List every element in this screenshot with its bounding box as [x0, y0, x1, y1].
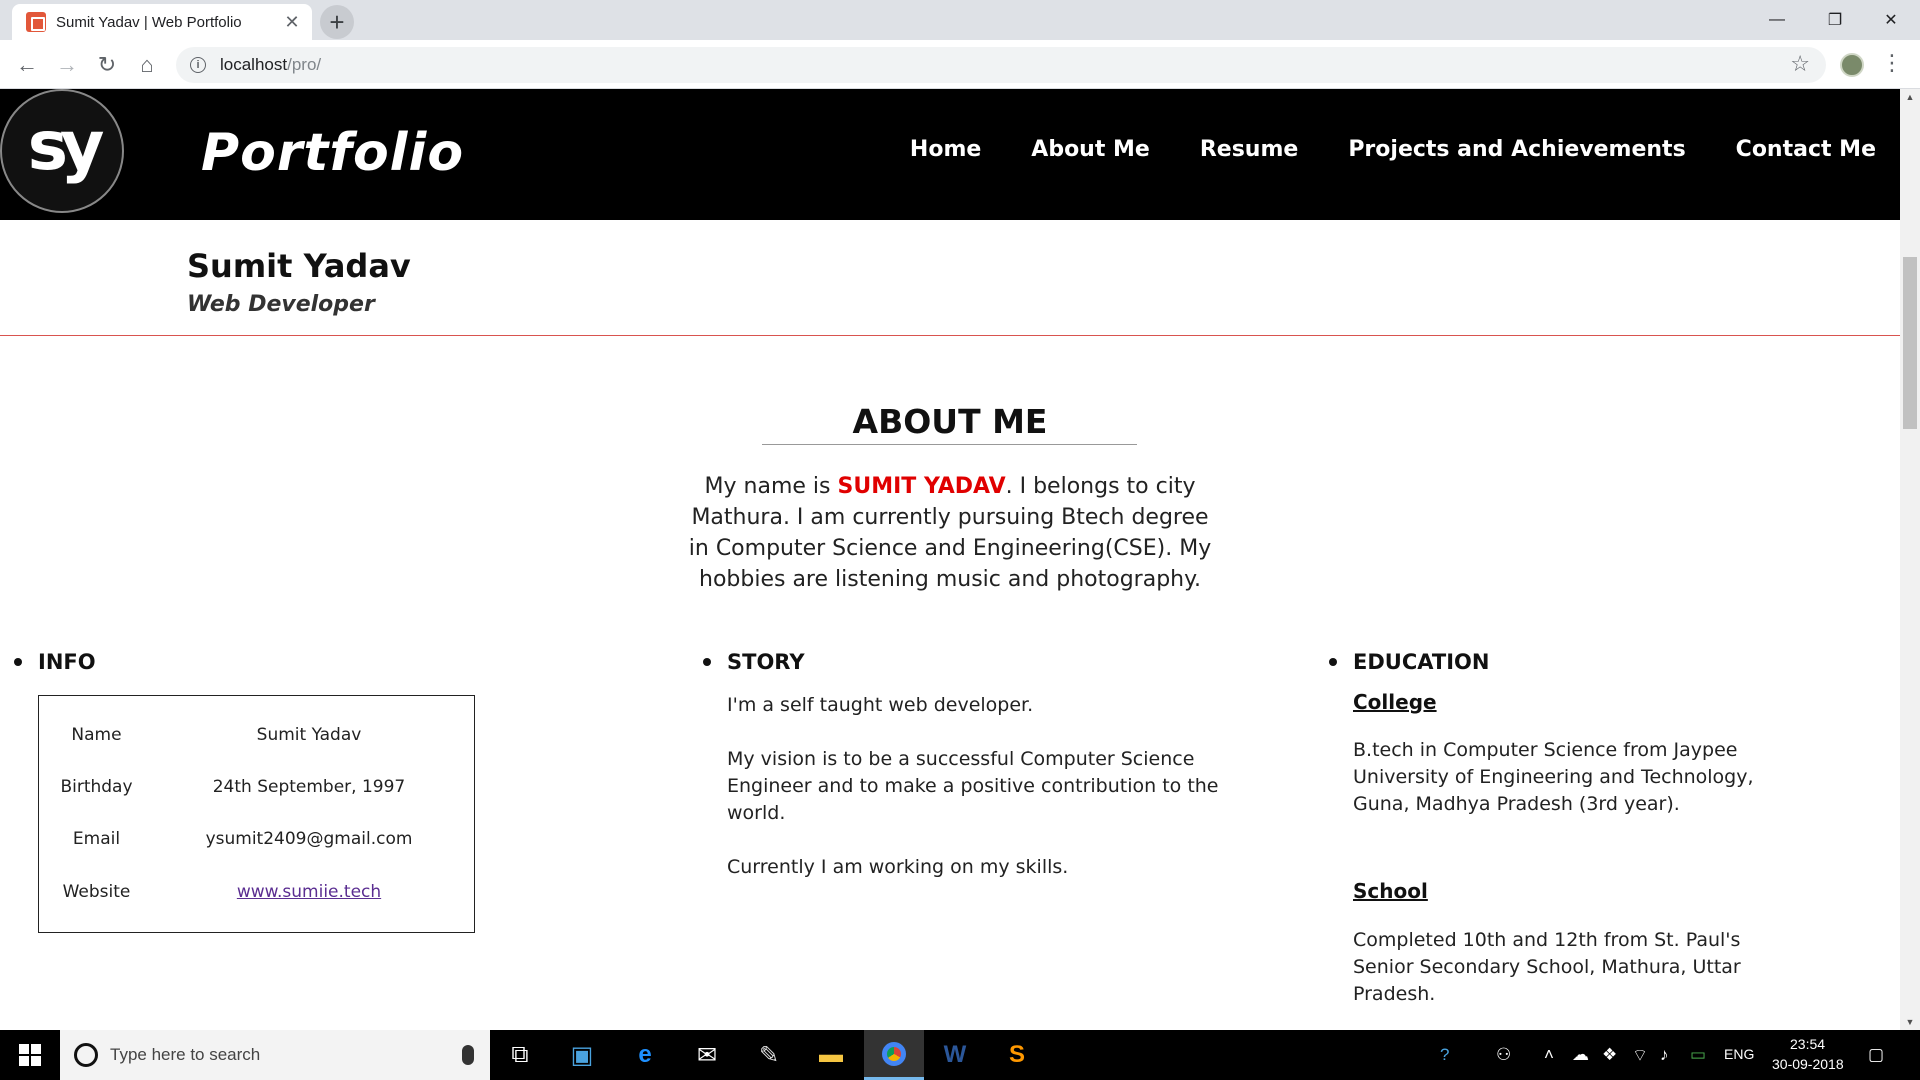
start-button[interactable] [0, 1030, 60, 1080]
windows-logo-icon [19, 1044, 41, 1066]
clock-time[interactable]: 23:54 [1790, 1036, 1825, 1052]
person-role: Web Developer [187, 292, 375, 317]
info-label: Birthday [60, 777, 133, 797]
info-heading: INFO [14, 650, 96, 674]
close-window-button[interactable]: ✕ [1862, 0, 1920, 40]
windows-taskbar: Type here to search ⧉ ▣ e ✉ ✎ ▬ W S ? ⚇ … [0, 1030, 1920, 1080]
url-host: localhost [220, 55, 288, 74]
volume-icon[interactable]: ♪ [1660, 1045, 1669, 1065]
task-view-icon[interactable]: ⧉ [495, 1030, 545, 1080]
school-text: Completed 10th and 12th from St. Paul's … [1353, 929, 1741, 1005]
sublime-text-icon[interactable]: S [992, 1030, 1042, 1080]
info-heading-label: INFO [38, 650, 96, 674]
back-icon[interactable]: ← [12, 50, 42, 80]
browser-tab[interactable]: Sumit Yadav | Web Portfolio ✕ [12, 4, 312, 40]
site-info-icon[interactable]: i [190, 57, 206, 73]
scroll-thumb[interactable] [1903, 257, 1917, 429]
bookmark-star-icon[interactable]: ☆ [1790, 51, 1810, 77]
new-tab-button[interactable]: + [320, 5, 354, 39]
help-icon[interactable]: ? [1440, 1045, 1449, 1065]
chrome-icon[interactable] [864, 1030, 924, 1080]
site-brand: Portfolio [201, 123, 465, 183]
scroll-up-icon[interactable]: ▲ [1900, 89, 1920, 105]
taskbar-search[interactable]: Type here to search [60, 1030, 490, 1080]
wifi-icon[interactable]: ⌔ [1632, 1045, 1648, 1066]
address-bar[interactable]: i localhost/pro/ ☆ [176, 47, 1826, 83]
info-value: 24th September, 1997 [212, 777, 406, 797]
reload-icon[interactable]: ↻ [92, 50, 122, 80]
story-text: I'm a self taught web developer. My visi… [727, 692, 1247, 908]
scroll-down-icon[interactable]: ▼ [1900, 1014, 1920, 1030]
logo-text: sy [27, 106, 105, 186]
nav-home[interactable]: Home [910, 137, 981, 162]
notifications-icon[interactable]: ▢ [1868, 1045, 1884, 1065]
info-table: Name Sumit Yadav Birthday 24th September… [38, 695, 475, 933]
section-divider [0, 335, 1900, 336]
about-text-before: My name is [704, 474, 838, 499]
people-icon[interactable]: ⚇ [1496, 1045, 1511, 1065]
about-title: ABOUT ME [852, 402, 1048, 441]
file-explorer-icon[interactable]: ▬ [806, 1030, 856, 1080]
browser-tab-strip: Sumit Yadav | Web Portfolio ✕ + — ❐ ✕ [0, 0, 1920, 40]
story-paragraph: I'm a self taught web developer. [727, 694, 1034, 716]
show-hidden-icons[interactable]: ˄ [1544, 1045, 1554, 1065]
info-value: Sumit Yadav [256, 725, 362, 745]
info-label: Email [72, 829, 121, 849]
mail-icon[interactable]: ✉ [682, 1030, 732, 1080]
college-text: B.tech in Computer Science from Jaypee U… [1353, 739, 1754, 815]
search-placeholder: Type here to search [110, 1045, 261, 1064]
bullet-icon [1329, 658, 1337, 666]
microphone-icon[interactable] [462, 1045, 474, 1065]
dropbox-icon[interactable]: ❖ [1602, 1045, 1617, 1065]
home-icon[interactable]: ⌂ [132, 50, 162, 80]
page-viewport: sy Portfolio Home About Me Resume Projec… [0, 89, 1900, 1030]
paint-icon[interactable]: ✎ [744, 1030, 794, 1080]
site-logo[interactable]: sy [0, 89, 124, 213]
education-heading: EDUCATION [1329, 650, 1489, 674]
story-paragraph: My vision is to be a successful Computer… [727, 748, 1219, 824]
minimize-button[interactable]: — [1748, 0, 1806, 40]
tab-title: Sumit Yadav | Web Portfolio [56, 13, 242, 31]
school-label: School [1353, 879, 1428, 903]
forward-icon[interactable]: → [52, 50, 82, 80]
clock-date[interactable]: 30-09-2018 [1772, 1056, 1844, 1072]
browser-menu-icon[interactable]: ⋮ [1880, 50, 1904, 80]
nav-resume[interactable]: Resume [1200, 137, 1298, 162]
restore-button[interactable]: ❐ [1806, 0, 1864, 40]
site-favicon-icon [26, 12, 46, 32]
story-paragraph: Currently I am working on my skills. [727, 856, 1069, 878]
info-value: ysumit2409@gmail.com [205, 829, 413, 849]
nav-contact-me[interactable]: Contact Me [1736, 137, 1876, 162]
profile-avatar[interactable] [1840, 53, 1864, 77]
word-icon[interactable]: W [930, 1030, 980, 1080]
story-heading-label: STORY [727, 650, 805, 674]
store-icon[interactable]: ▣ [557, 1030, 607, 1080]
college-label: College [1353, 690, 1437, 714]
edge-icon[interactable]: e [620, 1030, 670, 1080]
battery-icon[interactable]: ▭ [1690, 1045, 1706, 1065]
tab-close-icon[interactable]: ✕ [282, 12, 302, 32]
about-title-underline [762, 444, 1137, 445]
browser-toolbar: ← → ↻ ⌂ i localhost/pro/ ☆ ⋮ [0, 40, 1920, 89]
website-link[interactable]: www.sumiie.tech [237, 882, 381, 902]
info-value-cell: www.sumiie.tech [189, 882, 429, 902]
nav-about-me[interactable]: About Me [1031, 137, 1150, 162]
education-heading-label: EDUCATION [1353, 650, 1490, 674]
main-nav: Home About Me Resume Projects and Achiev… [910, 137, 1876, 162]
language-indicator[interactable]: ENG [1724, 1046, 1754, 1062]
cortana-icon [74, 1043, 98, 1067]
bullet-icon [703, 658, 711, 666]
info-label: Website [62, 882, 131, 902]
info-label: Name [71, 725, 122, 745]
bullet-icon [14, 658, 22, 666]
page-scrollbar[interactable]: ▲ ▼ [1900, 89, 1920, 1030]
person-name: Sumit Yadav [187, 247, 411, 285]
nav-projects[interactable]: Projects and Achievements [1348, 137, 1685, 162]
onedrive-icon[interactable]: ☁ [1572, 1045, 1589, 1065]
story-heading: STORY [703, 650, 805, 674]
url-path: /pro/ [287, 55, 322, 74]
site-header: sy Portfolio Home About Me Resume Projec… [0, 89, 1900, 220]
about-paragraph: My name is SUMIT YADAV. I belongs to cit… [685, 471, 1215, 595]
about-name-highlight: SUMIT YADAV [837, 474, 1006, 499]
